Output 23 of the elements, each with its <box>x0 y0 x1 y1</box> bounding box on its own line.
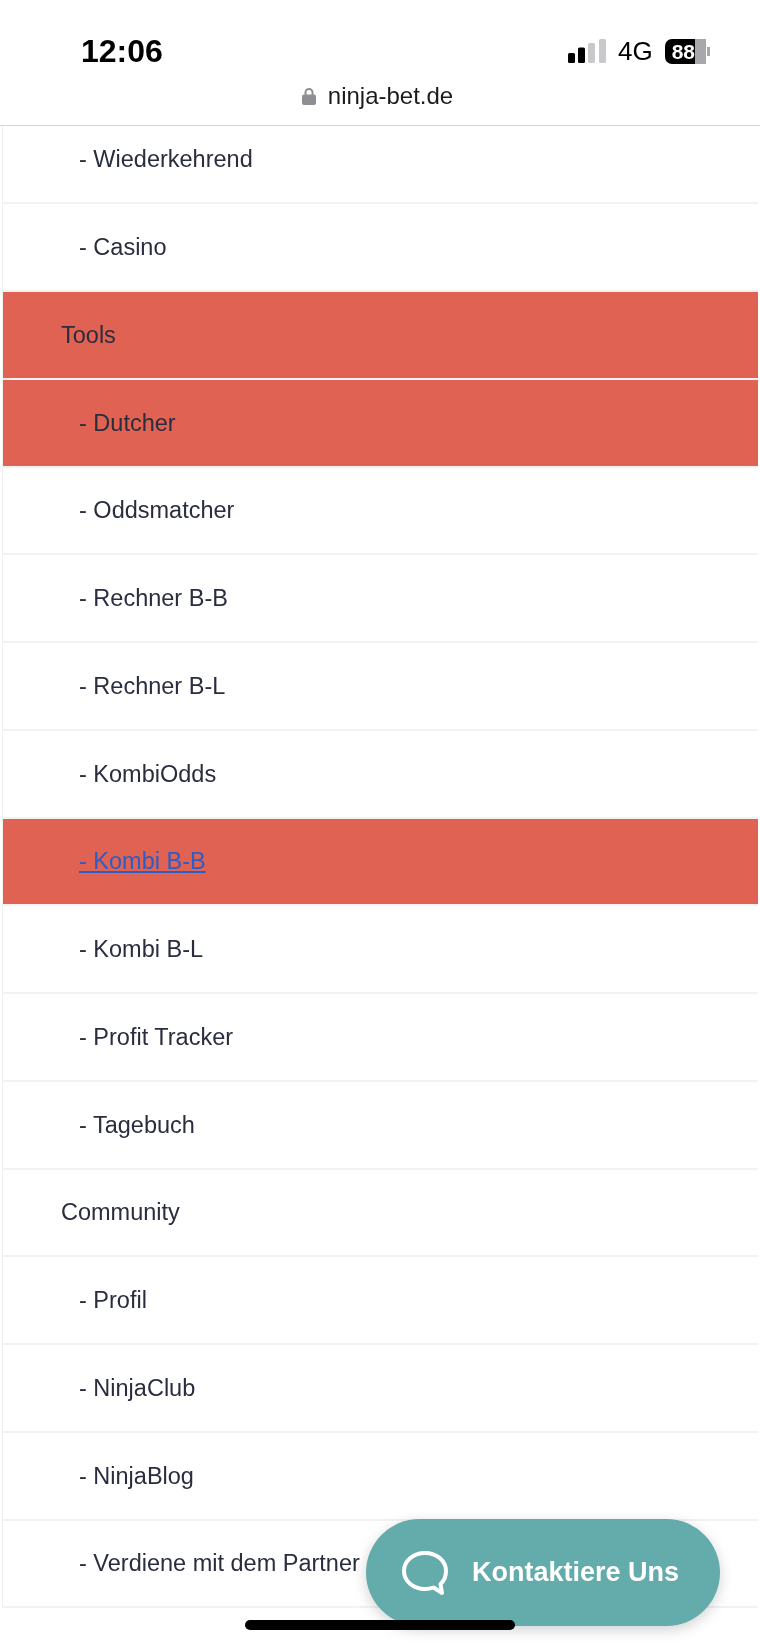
submenu-item[interactable]: - Profil <box>79 1285 147 1316</box>
network-label: 4G <box>617 38 653 64</box>
menu-item[interactable]: Community <box>61 1197 180 1228</box>
submenu-item[interactable]: - Rechner B-L <box>79 670 226 701</box>
submenu-item[interactable]: - Kombi B-L <box>79 934 204 965</box>
submenu-item[interactable]: - Oddsmatcher <box>79 495 235 526</box>
submenu-item[interactable]: - NinjaClub <box>79 1372 196 1403</box>
submenu-item[interactable]: - Rechner B-B <box>79 583 228 614</box>
submenu-item[interactable]: - NinjaBlog <box>79 1460 194 1491</box>
status-time: 12:06 <box>81 35 163 67</box>
url-text[interactable]: ninja-bet.de <box>327 81 454 111</box>
submenu-item[interactable]: - Profit Tracker <box>79 1021 234 1052</box>
submenu-item[interactable]: - Wiederkehrend <box>79 144 253 175</box>
lock-icon <box>301 87 316 105</box>
battery-indicator: 88 <box>664 38 710 64</box>
submenu-item[interactable]: - Verdiene mit dem Partner <box>79 1548 360 1579</box>
submenu-item[interactable]: - Casino <box>79 232 167 263</box>
submenu-item[interactable]: - Dutcher <box>79 407 176 438</box>
signal-icon <box>567 39 606 63</box>
chat-bubble-icon <box>401 1549 449 1596</box>
submenu-item[interactable]: - Tagebuch <box>79 1109 195 1140</box>
submenu-item[interactable]: - KombiOdds <box>79 758 217 789</box>
menu-item[interactable]: Tools <box>61 319 116 350</box>
